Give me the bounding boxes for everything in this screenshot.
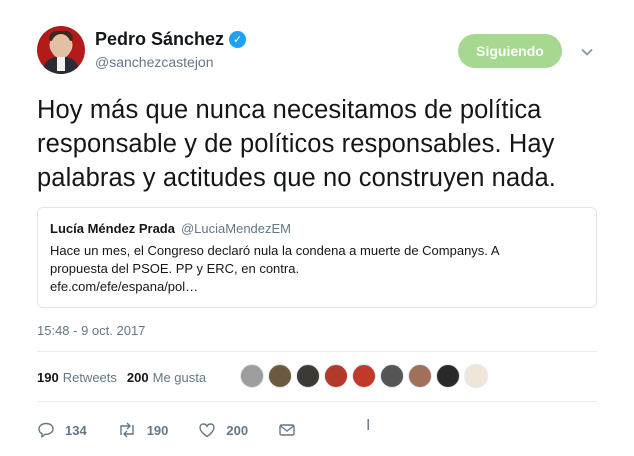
heart-icon: [199, 423, 216, 438]
avatar-face: [51, 34, 71, 58]
direct-message-button[interactable]: [278, 422, 296, 438]
quoted-text-line: Hace un mes, el Congreso declaró nula la…: [50, 243, 500, 258]
author-header: Pedro Sánchez ✓ @sanchezcastejon: [95, 29, 247, 70]
liker-avatar[interactable]: [352, 364, 376, 388]
retweet-button[interactable]: 190: [117, 421, 169, 439]
chevron-down-icon[interactable]: [580, 45, 594, 59]
tweet-stats: 190 Retweets 200 Me gusta: [37, 370, 216, 385]
quoted-author-handle: @LuciaMendezEM: [180, 221, 292, 236]
like-button[interactable]: 200: [198, 421, 248, 439]
tweet-text: Hoy más que nunca necesitamos de polític…: [37, 96, 556, 192]
divider: [37, 401, 597, 402]
liker-avatar[interactable]: [436, 364, 460, 388]
divider: [37, 351, 597, 352]
quoted-tweet-text: Hace un mes, el Congreso declaró nula la…: [50, 242, 550, 296]
liker-avatar[interactable]: [380, 364, 404, 388]
tweet-actions: 134 190 200: [37, 421, 326, 439]
retweet-action-count: 190: [146, 422, 169, 438]
verified-badge-icon: ✓: [229, 31, 247, 48]
following-button[interactable]: Siguiendo: [458, 34, 562, 68]
liker-avatar[interactable]: [464, 364, 488, 388]
tweet-timestamp[interactable]: 15:48 - 9 oct. 2017: [37, 323, 145, 338]
reply-count: 134: [65, 422, 87, 438]
liker-avatar[interactable]: [408, 364, 432, 388]
liker-avatar[interactable]: [240, 364, 264, 388]
mail-icon: [279, 424, 295, 436]
quoted-tweet[interactable]: Lucía Méndez Prada @LuciaMendezEM Hace u…: [37, 207, 597, 308]
liker-avatar[interactable]: [268, 364, 292, 388]
author-handle[interactable]: @sanchezcastejon: [95, 54, 246, 70]
avatar-shirt: [57, 57, 65, 71]
retweet-icon: [120, 422, 134, 438]
quoted-link: efe.com/efe/espana/pol…: [50, 279, 199, 294]
like-action-count: 200: [226, 422, 249, 438]
author-avatar[interactable]: [37, 26, 85, 74]
reply-button[interactable]: 134: [37, 421, 87, 439]
retweets-count[interactable]: 190: [37, 370, 59, 385]
liker-avatar[interactable]: [324, 364, 348, 388]
liker-avatar[interactable]: [296, 364, 320, 388]
quoted-text-line: propuesta del PSOE. PP y ERC, en contra.: [50, 261, 300, 276]
likes-label[interactable]: Me gusta: [153, 370, 206, 385]
retweets-label[interactable]: Retweets: [63, 370, 117, 385]
reply-icon: [38, 422, 54, 439]
liker-avatars: [240, 364, 488, 388]
quoted-author-name: Lucía Méndez Prada: [50, 221, 175, 236]
text-cursor-icon: I: [366, 417, 371, 434]
likes-count[interactable]: 200: [127, 370, 149, 385]
author-display-name[interactable]: Pedro Sánchez: [95, 29, 224, 50]
